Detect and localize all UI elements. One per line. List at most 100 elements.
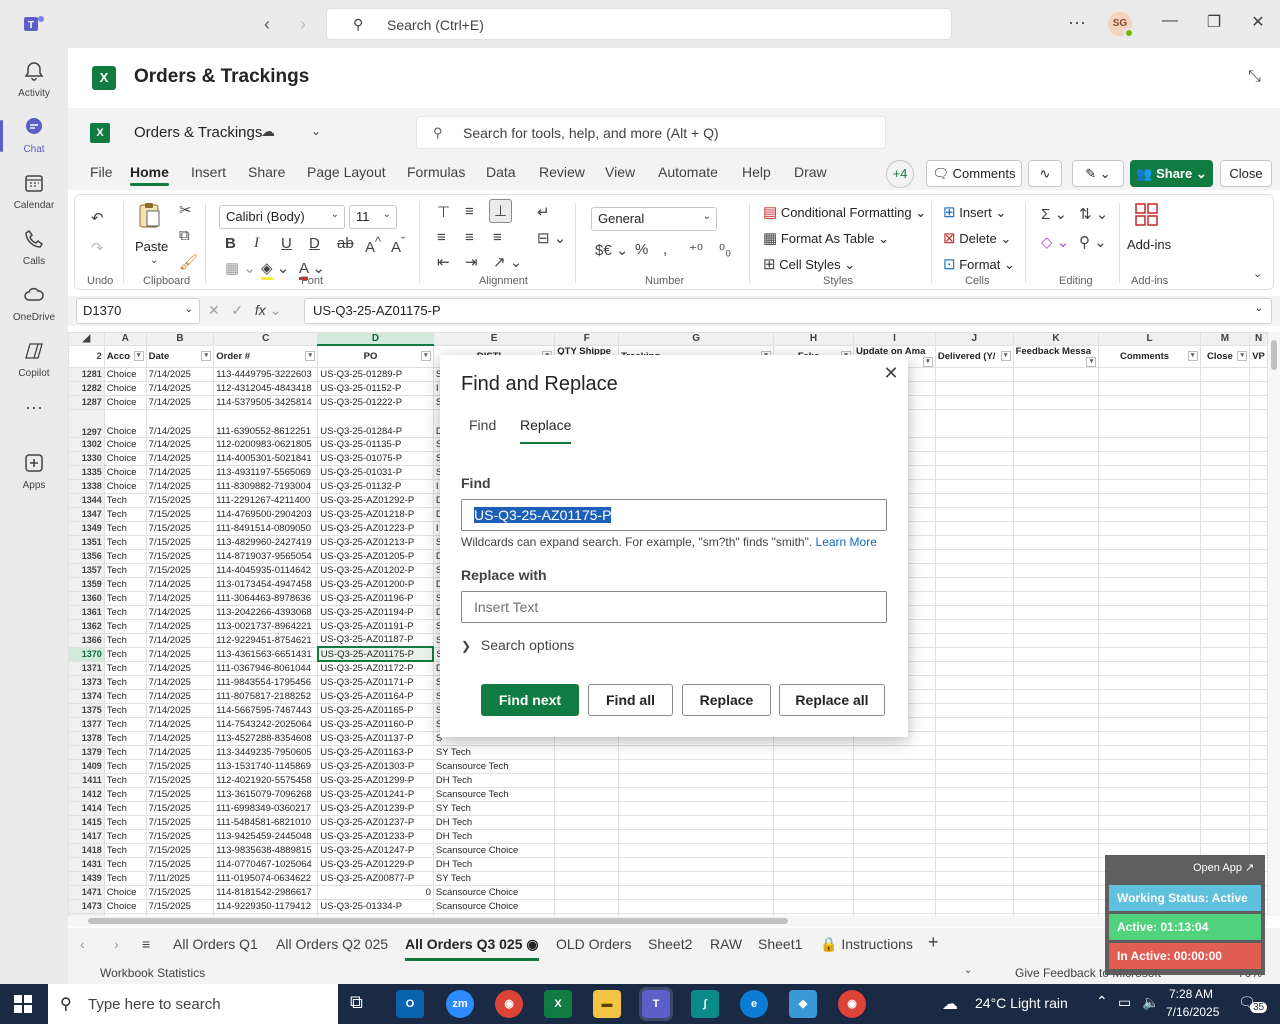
cell-date[interactable]: 7/14/2025: [145, 394, 215, 410]
cell-empty[interactable]: [1199, 702, 1251, 718]
sheet-tab[interactable]: All Orders Q2 025: [276, 936, 388, 952]
cell-empty[interactable]: [1012, 758, 1100, 774]
cell-order[interactable]: 114-4045935-0114642: [213, 562, 319, 578]
cell-po[interactable]: US-Q3-25-01135-P: [317, 436, 434, 452]
cell-date[interactable]: 7/14/2025: [145, 380, 215, 396]
cell-empty[interactable]: [1249, 632, 1268, 648]
row-header[interactable]: 1473: [68, 898, 105, 914]
task-view-icon[interactable]: ⧉: [350, 992, 363, 1013]
sheet-tab[interactable]: All Orders Q1: [173, 936, 258, 952]
cell-date[interactable]: 7/15/2025: [145, 842, 215, 858]
cell-empty[interactable]: [1098, 800, 1201, 816]
cell-empty[interactable]: [934, 632, 1014, 648]
cell-empty[interactable]: [1012, 646, 1100, 662]
cell-empty[interactable]: [618, 744, 775, 760]
cell-empty[interactable]: [1012, 772, 1100, 788]
cell-account[interactable]: Tech: [103, 618, 147, 634]
cell-empty[interactable]: [934, 576, 1014, 592]
cell-empty[interactable]: [853, 744, 936, 760]
cell-order[interactable]: 113-9835638-4889815: [213, 842, 319, 858]
minimize-icon[interactable]: —: [1155, 12, 1185, 30]
cell-empty[interactable]: [934, 660, 1014, 676]
column-header[interactable]: K: [1012, 332, 1100, 346]
close-window-icon[interactable]: ✕: [1243, 12, 1273, 32]
cell-empty[interactable]: [554, 842, 620, 858]
cell-empty[interactable]: [934, 758, 1014, 774]
cell-empty[interactable]: [934, 562, 1014, 578]
cell-empty[interactable]: [934, 842, 1014, 858]
cell-empty[interactable]: [1012, 562, 1100, 578]
cell-account[interactable]: Tech: [103, 632, 147, 648]
cell-empty[interactable]: [773, 800, 855, 816]
rail-item-calendar[interactable]: Calendar: [0, 164, 68, 220]
saved-status-icon[interactable]: ☁: [261, 123, 275, 140]
cell-empty[interactable]: [773, 786, 855, 802]
format-cells-button[interactable]: ⊡ Format ⌄: [943, 255, 1015, 273]
column-header[interactable]: E: [432, 332, 556, 346]
row-header[interactable]: 1361: [68, 604, 105, 620]
filter-dropdown-icon[interactable]: ▾: [1000, 350, 1011, 361]
cell-empty[interactable]: [1098, 492, 1201, 508]
cell-empty[interactable]: [1098, 548, 1201, 564]
cell-date[interactable]: 7/15/2025: [145, 534, 215, 550]
cell-empty[interactable]: [1249, 506, 1268, 522]
column-header[interactable]: M: [1199, 332, 1251, 346]
row-header[interactable]: 1371: [68, 660, 105, 676]
sort-filter-icon[interactable]: ⇅ ⌄: [1079, 205, 1108, 223]
cell-po[interactable]: US-Q3-25-AZ01175-P: [316, 646, 435, 662]
cell-empty[interactable]: [853, 856, 936, 872]
cell-empty[interactable]: [1012, 814, 1100, 830]
cell-empty[interactable]: [853, 800, 936, 816]
field-header[interactable]: Delivered (Y/ ▾: [934, 344, 1014, 368]
row-header[interactable]: 2: [68, 344, 105, 368]
cell-empty[interactable]: [1249, 688, 1268, 704]
cell-empty[interactable]: [934, 366, 1014, 382]
cell-styles-button[interactable]: ⊞ Cell Styles ⌄: [763, 255, 855, 273]
cell-po[interactable]: US-Q3-25-AZ01202-P: [317, 562, 434, 578]
cell-order[interactable]: 113-3449235-7950605: [213, 744, 319, 760]
cell-empty[interactable]: [1098, 772, 1201, 788]
cancel-icon[interactable]: ✕: [208, 302, 220, 318]
cell-date[interactable]: 7/11/2025: [145, 870, 215, 886]
cell-empty[interactable]: [554, 828, 620, 844]
cell-date[interactable]: 7/15/2025: [145, 548, 215, 564]
row-header[interactable]: 1351: [68, 534, 105, 550]
collaborators-count[interactable]: +4: [886, 160, 914, 188]
cell-date[interactable]: 7/15/2025: [145, 562, 215, 578]
cell-empty[interactable]: [1199, 492, 1251, 508]
cell-po[interactable]: US-Q3-25-01284-P: [317, 408, 434, 438]
cell-disti[interactable]: SY Tech: [432, 870, 556, 886]
cell-order[interactable]: 113-3615079-7096268: [213, 786, 319, 802]
double-underline-icon[interactable]: D: [309, 235, 320, 252]
column-header[interactable]: I: [853, 332, 936, 346]
cell-date[interactable]: 7/14/2025: [145, 604, 215, 620]
cut-icon[interactable]: ✂: [179, 201, 192, 219]
teams-search-input[interactable]: ⚲ Search (Ctrl+E): [326, 8, 952, 40]
cell-order[interactable]: 114-5379505-3425814: [213, 394, 319, 410]
cell-account[interactable]: Choice: [103, 884, 147, 900]
cell-empty[interactable]: [1199, 436, 1251, 452]
cell-empty[interactable]: [934, 772, 1014, 788]
cell-empty[interactable]: [554, 898, 620, 914]
comments-button[interactable]: 🗨 Comments: [926, 160, 1022, 187]
column-header[interactable]: L: [1098, 332, 1201, 346]
cell-account[interactable]: Choice: [103, 436, 147, 452]
paste-label[interactable]: Paste: [135, 239, 168, 254]
field-header[interactable]: Order # ▾: [213, 344, 319, 368]
cell-empty[interactable]: [1012, 506, 1100, 522]
row-header[interactable]: 1349: [68, 520, 105, 536]
cell-order[interactable]: 113-2042266-4393068: [213, 604, 319, 620]
insert-function-icon[interactable]: fx: [255, 302, 266, 318]
cell-empty[interactable]: [1098, 646, 1201, 662]
cell-empty[interactable]: [1199, 590, 1251, 606]
sheet-tab[interactable]: 🔒 Instructions: [820, 936, 913, 953]
cell-account[interactable]: Tech: [103, 828, 147, 844]
cell-account[interactable]: Tech: [103, 506, 147, 522]
outlook-icon[interactable]: O: [396, 990, 424, 1018]
rail-item-calls[interactable]: Calls: [0, 220, 68, 276]
increase-indent-icon[interactable]: ⇥: [465, 253, 478, 271]
filter-dropdown-icon[interactable]: ▾: [133, 350, 144, 361]
field-header[interactable]: PO ▾: [317, 344, 434, 368]
sheet-tab[interactable]: Sheet2: [648, 936, 692, 952]
cell-empty[interactable]: [1098, 618, 1201, 634]
